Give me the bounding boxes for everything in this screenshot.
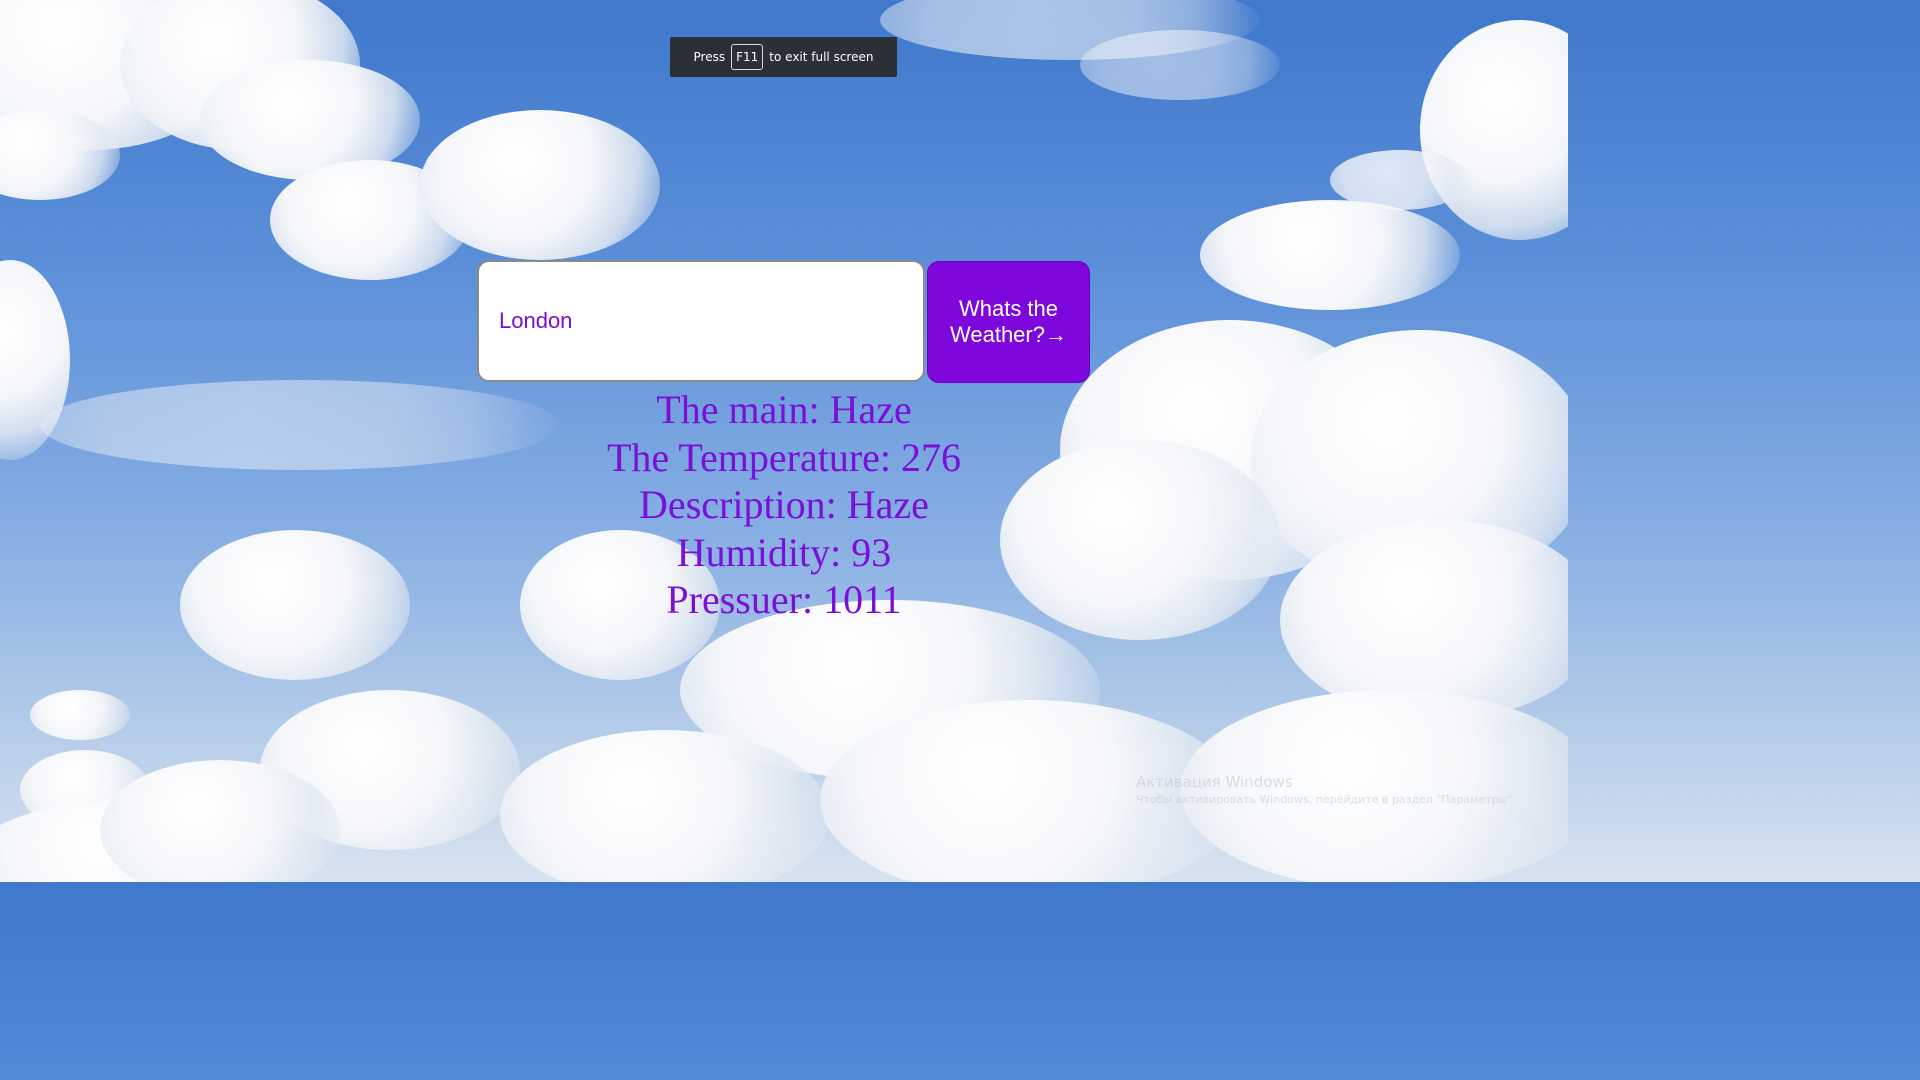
- city-search-input[interactable]: [477, 260, 925, 382]
- fullscreen-notice: Press F11 to exit full screen: [670, 37, 897, 77]
- weather-pressure: Pressuer: 1011: [666, 577, 902, 622]
- fullscreen-notice-suffix: to exit full screen: [769, 50, 874, 64]
- activation-title: Активация Windows: [1136, 773, 1293, 791]
- whats-the-weather-button[interactable]: Whats the Weather?→: [927, 261, 1090, 383]
- weather-description: Description: Haze: [639, 482, 929, 527]
- weather-results: The main: Haze The Temperature: 276 Desc…: [484, 386, 1084, 624]
- windows-activation-watermark: Активация Windows Чтобы активировать Win…: [1136, 772, 1516, 808]
- weather-main: The main: Haze: [656, 387, 912, 432]
- weather-temperature: The Temperature: 276: [606, 434, 962, 480]
- f11-key-badge: F11: [731, 44, 764, 70]
- fullscreen-notice-prefix: Press: [693, 50, 726, 64]
- activation-subtitle: Чтобы активировать Windows, перейдите в …: [1136, 793, 1516, 806]
- weather-humidity: Humidity: 93: [676, 529, 892, 575]
